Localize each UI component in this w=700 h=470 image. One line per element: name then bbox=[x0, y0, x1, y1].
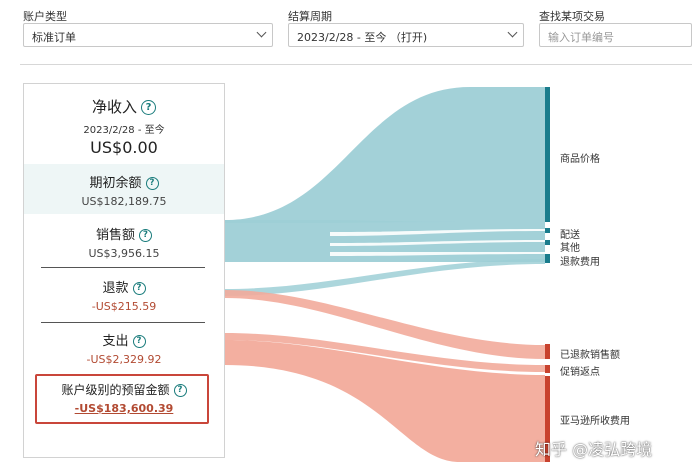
label-amazon-fees: 亚马逊所收费用 bbox=[560, 416, 630, 427]
help-icon[interactable]: ? bbox=[132, 282, 146, 295]
net-income-date: 2023/2/28 - 至今 bbox=[83, 125, 165, 136]
help-icon[interactable]: ? bbox=[139, 229, 152, 242]
label-other: 其他 bbox=[560, 243, 580, 254]
sales-section: 销售额? US$3,956.15 bbox=[24, 224, 224, 260]
label-product-price: 商品价格 bbox=[560, 154, 600, 165]
sales-value: US$3,956.15 bbox=[88, 247, 160, 260]
label-refund-fee: 退款费用 bbox=[560, 257, 600, 268]
section-divider bbox=[41, 267, 205, 268]
help-icon[interactable]: ? bbox=[141, 100, 156, 115]
flow-amazon-fees bbox=[225, 340, 545, 462]
net-income-amount: US$0.00 bbox=[90, 138, 158, 157]
summary-panel: 净收入? 2023/2/28 - 至今 US$0.00 期初余额? US$182… bbox=[23, 83, 225, 458]
label-promo-rebate: 促销返点 bbox=[560, 367, 600, 378]
sales-title: 销售额 bbox=[95, 228, 135, 243]
label-refunded-sales: 已退款销售额 bbox=[560, 350, 620, 361]
refunds-title: 退款 bbox=[102, 281, 129, 296]
expenses-value: -US$2,329.92 bbox=[86, 353, 162, 366]
node-shipping bbox=[545, 228, 550, 233]
refunds-value: -US$215.59 bbox=[91, 300, 157, 313]
refunds-section: 退款? -US$215.59 bbox=[24, 277, 224, 313]
node-other bbox=[545, 240, 550, 245]
net-income-section: 净收入? 2023/2/28 - 至今 US$0.00 bbox=[24, 96, 224, 157]
node-refunded-sales bbox=[545, 344, 550, 359]
opening-balance-value: US$182,189.75 bbox=[81, 195, 167, 208]
reserve-section: 账户级别的预留金额? -US$183,600.39 bbox=[24, 381, 224, 415]
flow-refund-teal bbox=[225, 259, 545, 296]
flow-product-price bbox=[225, 87, 545, 223]
node-refund-fee bbox=[545, 254, 550, 263]
net-income-title: 净收入 bbox=[91, 98, 137, 116]
reserve-amount-link[interactable]: -US$183,600.39 bbox=[24, 402, 224, 415]
help-icon[interactable]: ? bbox=[173, 384, 187, 397]
opening-balance-title: 期初余额 bbox=[89, 176, 142, 191]
help-icon[interactable]: ? bbox=[145, 177, 159, 190]
expenses-section: 支出? -US$2,329.92 bbox=[24, 330, 224, 366]
watermark: 知乎 @凌弘跨境 bbox=[535, 440, 653, 459]
node-product-price bbox=[545, 87, 550, 222]
node-promo-rebate bbox=[545, 365, 550, 373]
expenses-title: 支出 bbox=[102, 334, 129, 349]
opening-balance-section: 期初余额? US$182,189.75 bbox=[24, 164, 224, 214]
section-divider bbox=[41, 322, 205, 323]
reserve-title: 账户级别的预留金额 bbox=[61, 383, 170, 397]
help-icon[interactable]: ? bbox=[132, 335, 146, 348]
